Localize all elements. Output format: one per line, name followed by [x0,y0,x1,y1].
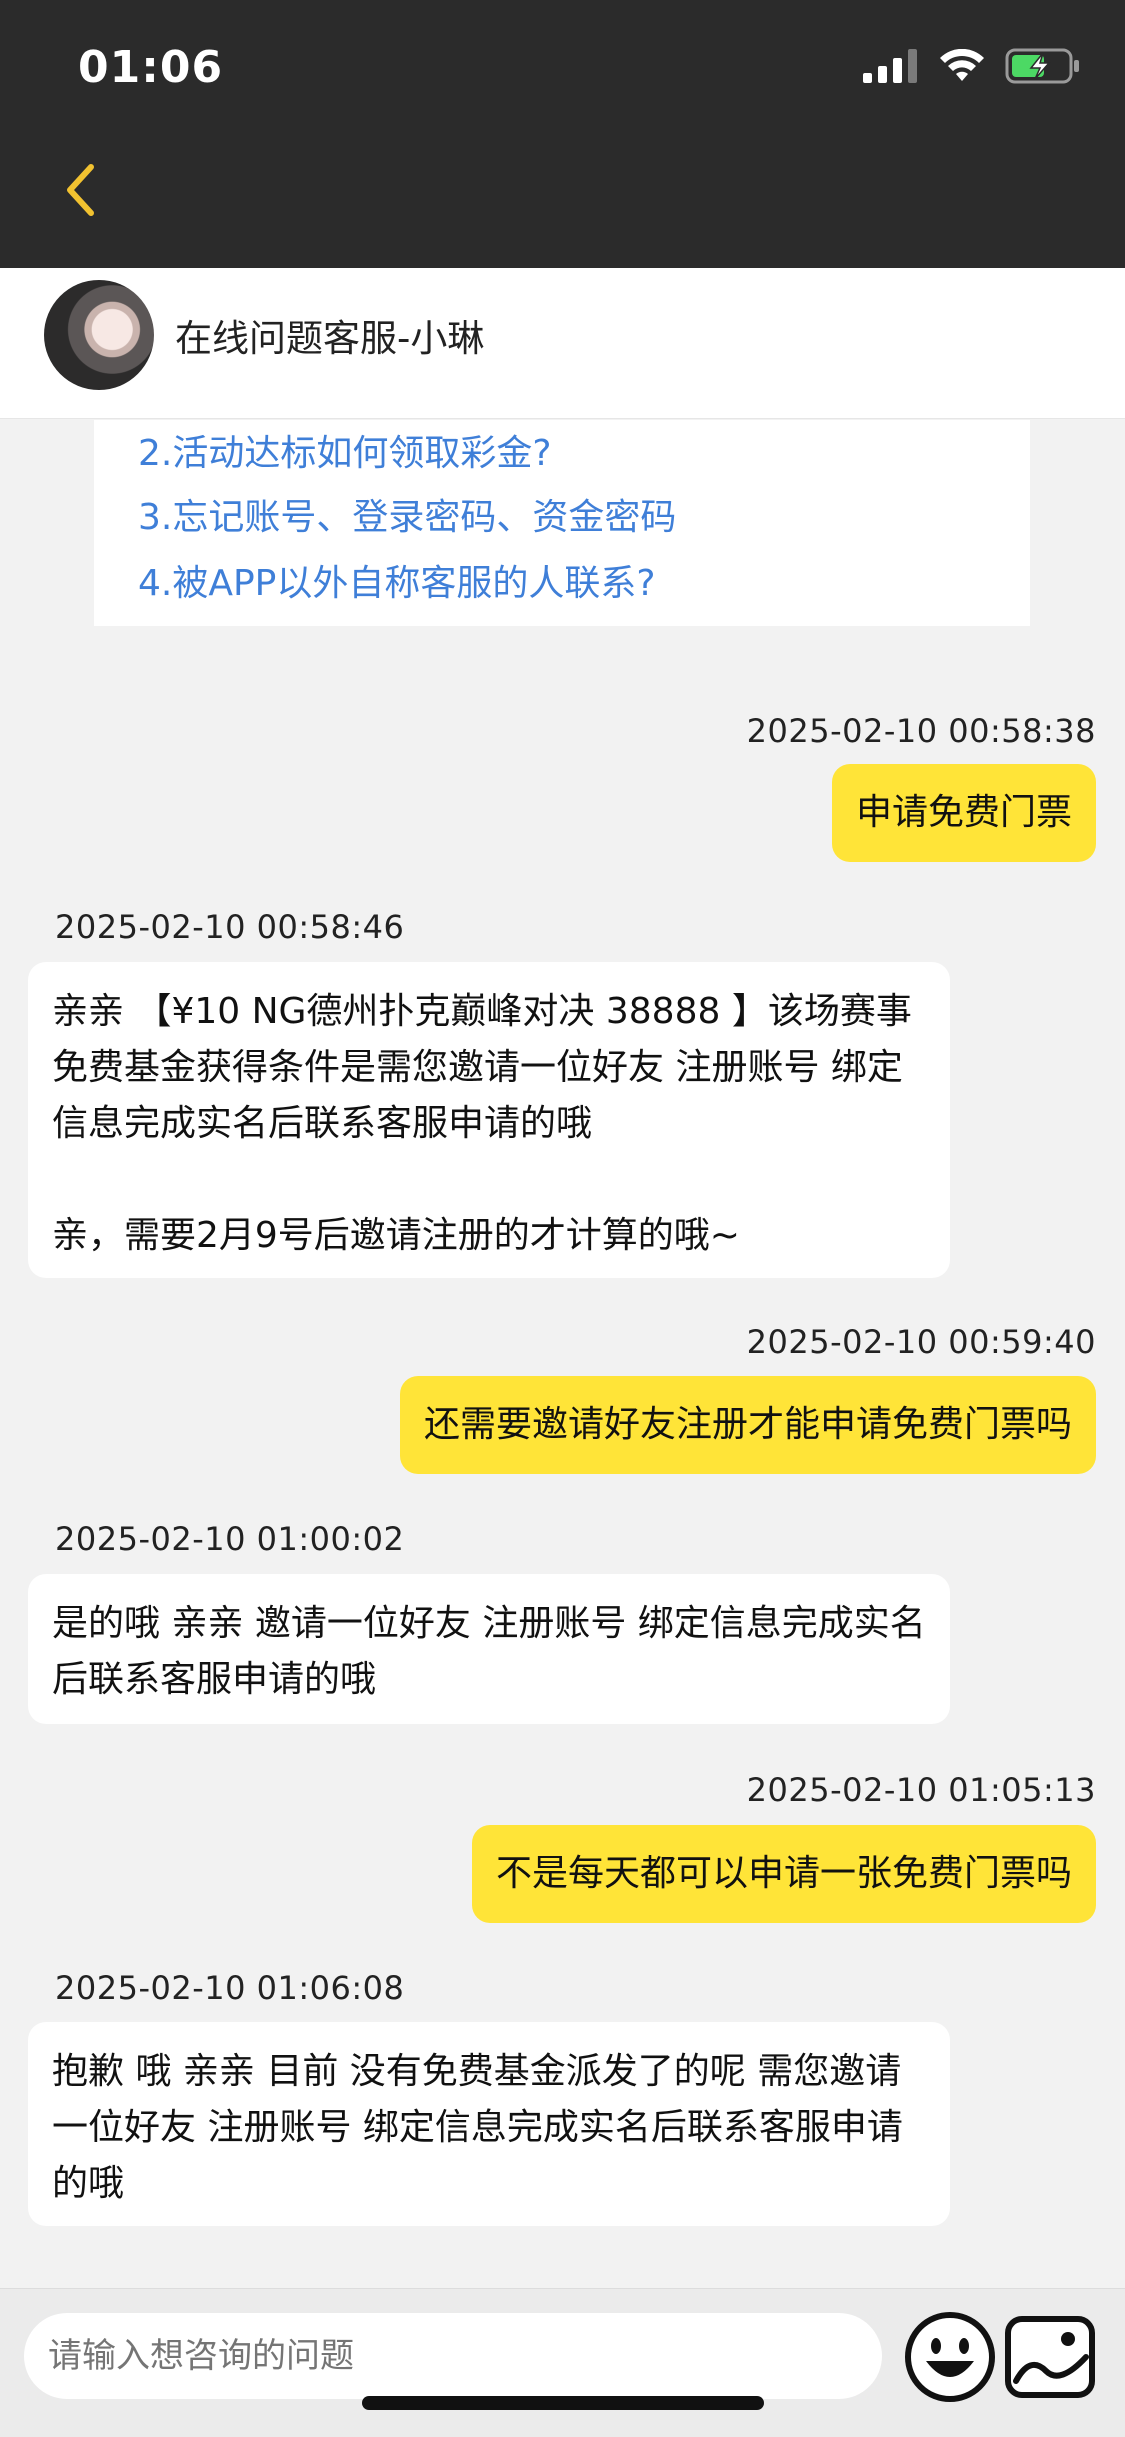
top-bar: 01:06 [0,0,1125,268]
message-timestamp: 2025-02-10 00:58:38 [746,712,1096,750]
signal-icon [863,49,917,83]
message-text: 申请免费门票 [855,792,1072,833]
sent-message-bubble: 申请免费门票 [831,764,1096,862]
faq-item-3[interactable]: 3.忘记账号、登录密码、资金密码 [138,488,676,540]
faq-card: 2.活动达标如何领取彩金? 3.忘记账号、登录密码、资金密码 4.被APP以外自… [94,420,1030,626]
battery-charging-icon [1005,48,1079,84]
received-message-bubble: 是的哦 亲亲 邀请一位好友 注册账号 绑定信息完成实名后联系客服申请的哦 [28,1574,950,1724]
message-timestamp: 2025-02-10 01:05:13 [746,1771,1096,1809]
sent-message-bubble: 不是每天都可以申请一张免费门票吗 [471,1825,1096,1923]
image-button[interactable] [1002,2309,1098,2405]
status-icons [863,48,1081,84]
wifi-icon [940,49,984,81]
message-text: 不是每天都可以申请一张免费门票吗 [495,1853,1072,1894]
emoji-button[interactable] [902,2309,998,2405]
emoji-icon [905,2312,995,2402]
message-input[interactable] [24,2313,882,2399]
received-message-bubble: 亲亲 【¥10 NG德州扑克巅峰对决 38888 】该场赛事免费基金获得条件是需… [28,962,950,1278]
status-time: 01:06 [78,42,224,93]
agent-avatar [44,280,154,390]
back-button[interactable] [50,150,110,230]
sent-message-bubble: 还需要邀请好友注册才能申请免费门票吗 [399,1376,1096,1474]
received-message-bubble: 抱歉 哦 亲亲 目前 没有免费基金派发了的呢 需您邀请一位好友 注册账号 绑定信… [28,2022,950,2226]
input-bar [0,2288,1125,2437]
message-timestamp: 2025-02-10 01:06:08 [55,1969,405,2007]
home-indicator [362,2396,764,2410]
message-timestamp: 2025-02-10 00:59:40 [746,1323,1096,1361]
message-text: 还需要邀请好友注册才能申请免费门票吗 [423,1404,1072,1445]
chat-header: 在线问题客服-小琳 [0,268,1125,419]
message-timestamp: 2025-02-10 01:00:02 [55,1520,405,1558]
chat-title: 在线问题客服-小琳 [175,317,485,360]
image-icon [1005,2316,1095,2398]
faq-item-4[interactable]: 4.被APP以外自称客服的人联系? [138,554,656,606]
message-timestamp: 2025-02-10 00:58:46 [55,908,405,946]
faq-item-2[interactable]: 2.活动达标如何领取彩金? [138,424,551,476]
chevron-left-icon [67,164,94,216]
